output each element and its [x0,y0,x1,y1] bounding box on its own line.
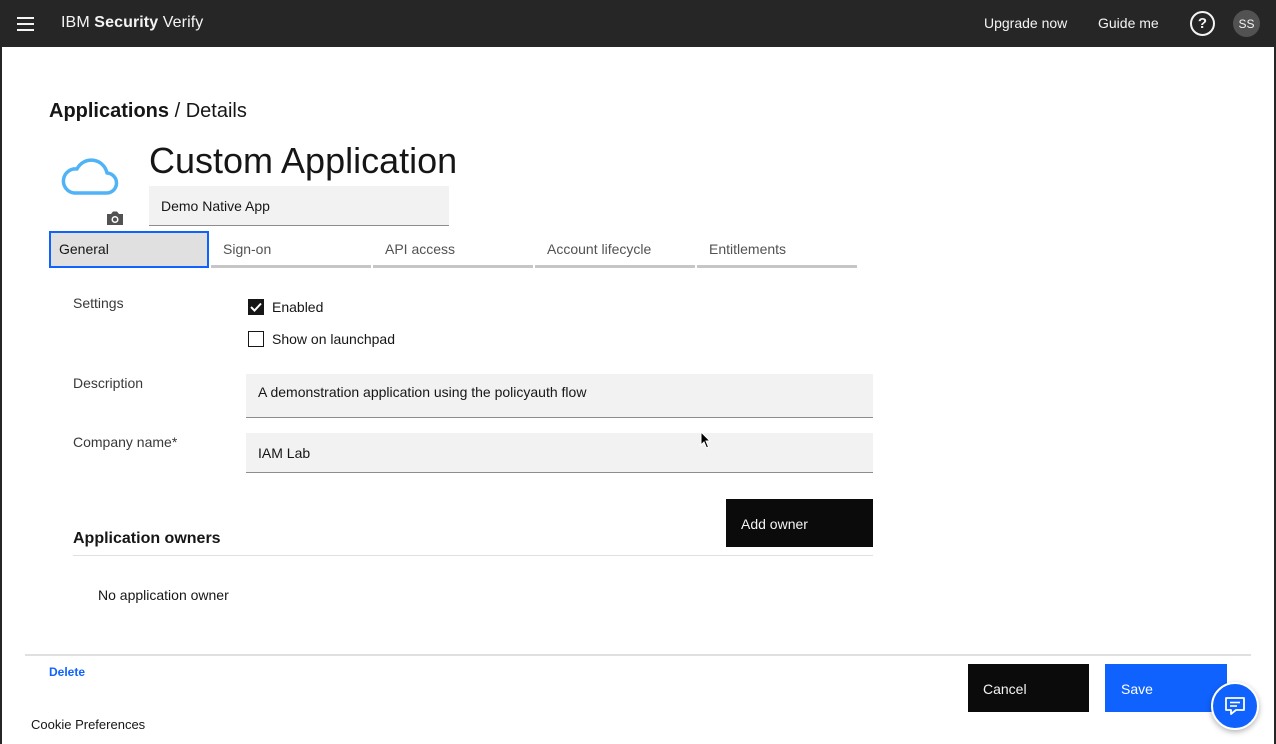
section-divider [73,555,873,556]
show-on-launchpad-checkbox[interactable]: Show on launchpad [248,331,395,347]
user-avatar[interactable]: SS [1233,10,1260,37]
brand-prefix: IBM [61,14,90,31]
breadcrumb-current: Details [185,100,247,122]
cancel-button[interactable]: Cancel [968,664,1089,712]
page-title: Custom Application [149,140,458,181]
hamburger-menu-icon[interactable] [10,9,40,39]
application-name-input[interactable] [149,186,449,226]
chat-icon[interactable] [1211,682,1259,730]
show-on-launchpad-label: Show on launchpad [272,331,395,347]
company-name-input[interactable]: IAM Lab [246,433,873,473]
settings-label: Settings [73,295,124,311]
tab-bar: General Sign-on API access Account lifec… [49,231,859,268]
tab-entitlements[interactable]: Entitlements [697,231,857,268]
guide-me-link[interactable]: Guide me [1098,15,1159,31]
brand-suffix: Verify [162,14,204,31]
footer-divider [25,654,1251,656]
enabled-checkbox[interactable]: Enabled [248,299,323,315]
mouse-pointer-icon [700,431,712,449]
cloud-icon [61,158,119,195]
upgrade-now-link[interactable]: Upgrade now [984,15,1067,31]
breadcrumb-applications-link[interactable]: Applications [49,100,169,122]
tab-api-access[interactable]: API access [373,231,533,268]
help-icon[interactable]: ? [1190,11,1215,36]
delete-link[interactable]: Delete [49,665,85,679]
add-owner-button[interactable]: Add owner [726,499,873,547]
window-edge-left [0,47,2,744]
breadcrumb-separator: / [174,100,181,122]
tab-account-lifecycle[interactable]: Account lifecycle [535,231,695,268]
description-textarea[interactable]: A demonstration application using the po… [246,374,873,418]
top-navigation-bar: IBM Security Verify Upgrade now Guide me… [0,0,1276,47]
description-label: Description [73,375,144,391]
product-name[interactable]: IBM Security Verify [61,14,203,32]
camera-icon[interactable] [105,210,125,226]
brand-strong: Security [94,14,159,31]
checkbox-checked-icon[interactable] [248,299,264,315]
company-name-label: Company name* [73,434,178,450]
no-owner-text: No application owner [98,587,229,603]
cookie-preferences-link[interactable]: Cookie Preferences [31,717,145,732]
breadcrumb: Applications / Details [49,100,247,123]
tab-general[interactable]: General [49,231,209,268]
save-button[interactable]: Save [1105,664,1227,712]
application-owners-heading: Application owners [73,530,221,547]
checkbox-unchecked-icon[interactable] [248,331,264,347]
tab-sign-on[interactable]: Sign-on [211,231,371,268]
enabled-label: Enabled [272,299,324,315]
